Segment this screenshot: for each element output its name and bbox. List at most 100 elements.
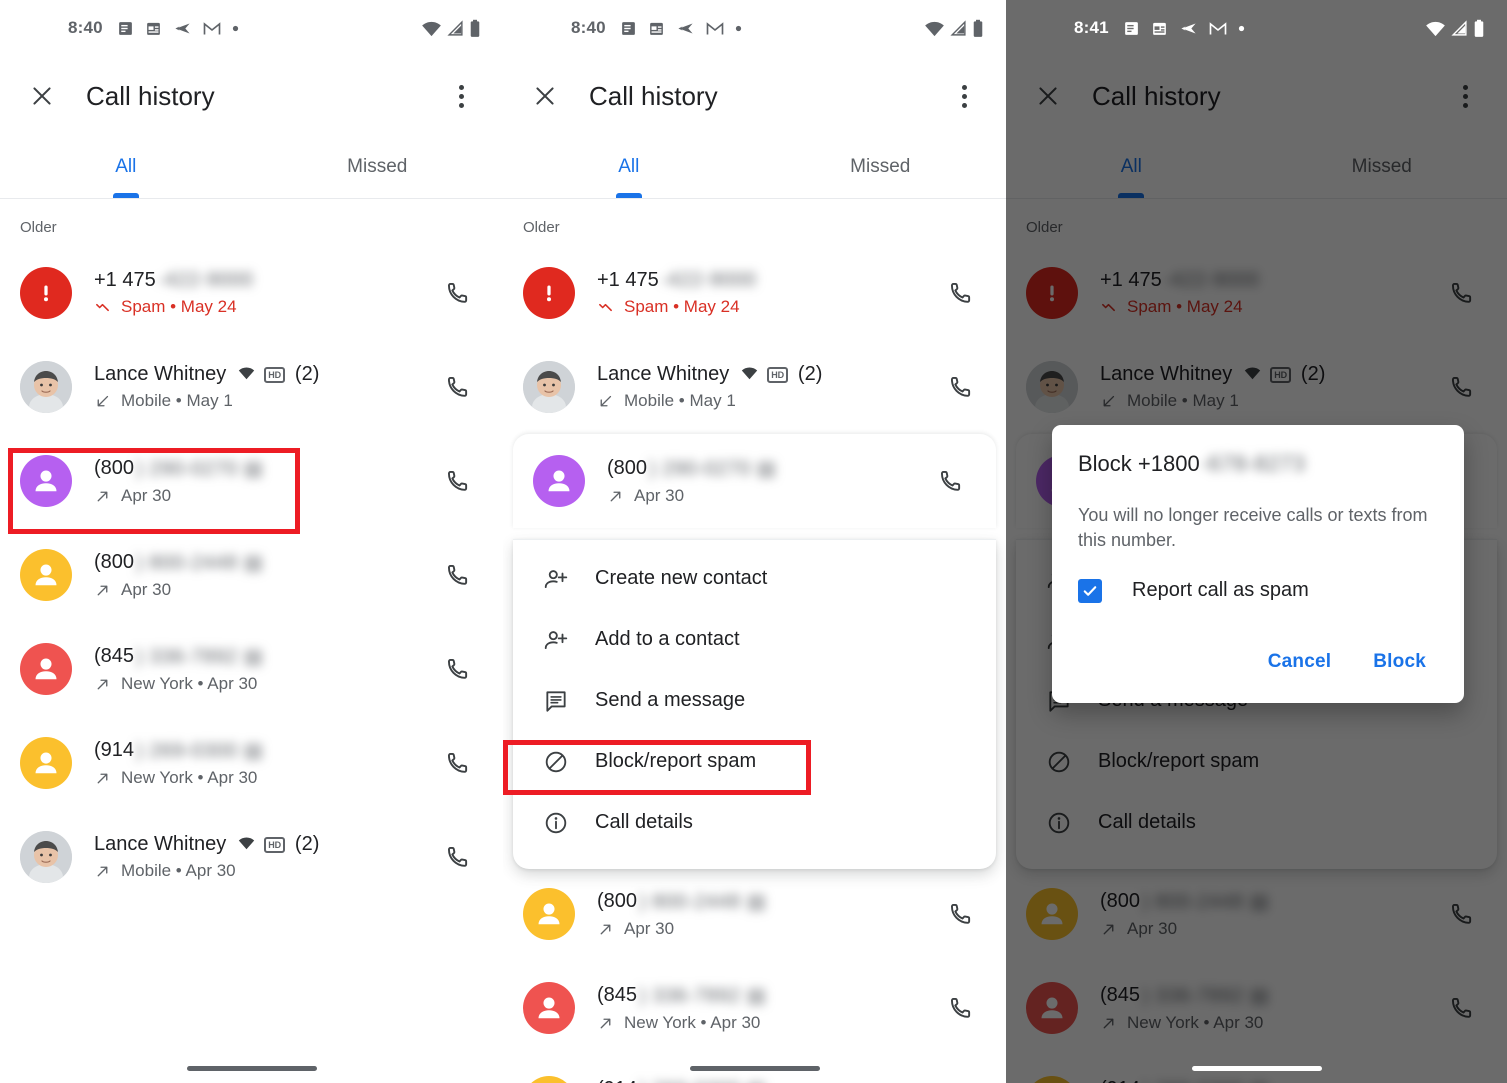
call-row-845-apr30[interactable]: (845 ) 336-7892 ▤ New York • Apr 30: [503, 961, 1006, 1055]
menu-item-create-new-contact[interactable]: Create new contact: [513, 548, 996, 609]
call-row-914-apr30[interactable]: (914 ) 269-0300 ▤ New York • Apr 30: [0, 716, 503, 810]
person-add-icon: [539, 566, 573, 592]
call-row-spam-475[interactable]: +1 475 -422-9000 Spam • May 24: [503, 246, 1006, 340]
call-made-icon: [97, 773, 108, 783]
call-row-title: +1 475 -422-9000: [597, 269, 938, 292]
menu-item-label: Call details: [595, 811, 693, 833]
call-number-redacted: ) 800-2448 ▤: [136, 552, 264, 574]
menu-item-label: Block/report spam: [595, 750, 757, 772]
call-row-subtitle: Apr 30: [94, 580, 435, 600]
menu-item-call-details[interactable]: Call details: [513, 792, 996, 853]
call-row-845-apr30[interactable]: (845 ) 336-7892 ▤ New York • Apr 30: [0, 622, 503, 716]
report-call-as-spam-checkbox-row[interactable]: Report call as spam: [1078, 578, 1438, 603]
phone-icon[interactable]: [435, 646, 481, 692]
call-row-title: Lance Whitney HD (2): [94, 363, 435, 386]
phone-icon[interactable]: [435, 834, 481, 880]
call-row-800-apr30-a-selected[interactable]: (800 ) 290-0270 ▤ Apr 30: [513, 434, 996, 528]
call-row-text: +1 475 -422-9000 Spam • May 24: [94, 269, 435, 317]
call-row-lance-apr30[interactable]: Lance Whitney HD (2) Mobile • Apr 30: [0, 810, 503, 904]
app-bar: Call history: [0, 56, 503, 136]
gesture-bar: [186, 1066, 317, 1071]
call-number-redacted: ) 269-0300 ▤: [639, 1077, 766, 1083]
call-number-redacted: ) 336-7892 ▤: [639, 985, 767, 1007]
call-row-subtitle: Mobile • Apr 30: [94, 861, 435, 881]
close-icon[interactable]: [20, 74, 64, 118]
phone-icon[interactable]: [938, 270, 984, 316]
call-row-title: (800 ) 800-2448 ▤: [597, 889, 938, 914]
call-number-visible: (914: [597, 1078, 637, 1083]
phone-icon[interactable]: [435, 552, 481, 598]
avatar: [20, 361, 72, 413]
panel-context-menu: 8:40 Call history All Missed Older +1 47…: [503, 0, 1006, 1083]
person-icon: [20, 737, 72, 789]
block-button[interactable]: Block: [1361, 643, 1438, 681]
call-row-title: Lance Whitney HD (2): [597, 363, 938, 386]
call-number-redacted: ) 290-0270 ▤: [649, 458, 777, 480]
call-list: +1 475 -422-9000 Spam • May 24: [0, 246, 503, 904]
call-row-subtitle: Mobile • May 1: [94, 391, 435, 411]
wifi-calling-icon: [238, 833, 255, 856]
call-row-spam-475[interactable]: +1 475 -422-9000 Spam • May 24: [0, 246, 503, 340]
call-row-subtitle: Spam • May 24: [597, 297, 938, 317]
checkbox-checked-icon[interactable]: [1078, 578, 1102, 603]
call-row-text: Lance Whitney HD (2) Mobile • May 1: [94, 363, 435, 411]
dialog-title-redacted: -678-8273: [1200, 451, 1306, 476]
phone-icon[interactable]: [435, 364, 481, 410]
call-row-text: (800 ) 800-2448 ▤ Apr 30: [94, 550, 435, 600]
call-subtitle-text: Spam • May 24: [121, 297, 237, 316]
more-vert-icon[interactable]: [439, 74, 483, 118]
phone-icon[interactable]: [928, 458, 974, 504]
call-context-menu: Create new contact Add to a contact Send…: [513, 539, 996, 869]
call-received-icon: [600, 395, 612, 406]
call-row-800-apr30-b[interactable]: (800 ) 800-2448 ▤ Apr 30: [0, 528, 503, 622]
close-icon[interactable]: [523, 74, 567, 118]
call-row-title: (800 ) 800-2448 ▤: [94, 550, 435, 575]
phone-icon[interactable]: [435, 740, 481, 786]
hd-icon: HD: [264, 836, 285, 853]
menu-item-send-a-message[interactable]: Send a message: [513, 670, 996, 731]
signal-icon: [949, 19, 968, 37]
tab-bar: All Missed: [503, 136, 1006, 198]
menu-item-add-to-a-contact[interactable]: Add to a contact: [513, 609, 996, 670]
menu-item-block-report-spam[interactable]: Block/report spam: [513, 731, 996, 792]
status-left-icons: [117, 20, 239, 37]
phone-icon[interactable]: [938, 364, 984, 410]
call-row-title: (845 ) 336-7892 ▤: [597, 983, 938, 1008]
send-icon: [1179, 20, 1198, 37]
section-label-older: Older: [20, 219, 57, 236]
block-number-dialog: Block +1800 -678-8273 You will no longer…: [1052, 425, 1464, 703]
tab-missed[interactable]: Missed: [252, 136, 504, 198]
call-number-redacted: -422-9000: [660, 269, 757, 291]
wifi-calling-icon: [741, 363, 758, 386]
tab-all[interactable]: All: [0, 136, 252, 198]
call-subtitle-text: Apr 30: [121, 486, 172, 505]
wifi-icon: [1425, 20, 1446, 37]
call-subtitle-text: Apr 30: [624, 919, 675, 938]
battery-icon: [972, 19, 984, 38]
more-vert-icon[interactable]: [942, 74, 986, 118]
call-number-visible: (914: [94, 739, 135, 761]
call-row-lance-may1[interactable]: Lance Whitney HD (2) Mobile • May 1: [0, 340, 503, 434]
dialog-actions: Cancel Block: [1078, 643, 1438, 689]
call-row-800-apr30-a[interactable]: (800 ) 290-0270 ▤ Apr 30: [0, 434, 503, 528]
call-made-icon: [97, 866, 108, 876]
call-subtitle-text: Mobile • May 1: [121, 391, 233, 410]
tab-all[interactable]: All: [503, 136, 755, 198]
call-row-text: +1 475 -422-9000 Spam • May 24: [597, 269, 938, 317]
call-subtitle-text: Mobile • May 1: [624, 391, 736, 410]
phone-icon[interactable]: [938, 985, 984, 1031]
call-row-lance-may1[interactable]: Lance Whitney HD (2) Mobile • May 1: [503, 340, 1006, 434]
tab-missed[interactable]: Missed: [755, 136, 1007, 198]
block-icon: [539, 749, 573, 775]
phone-icon[interactable]: [938, 891, 984, 937]
call-number-visible: (800: [94, 551, 135, 573]
phone-icon[interactable]: [938, 1079, 984, 1083]
article-icon: [620, 20, 637, 37]
status-left-icons: [1123, 20, 1245, 37]
cancel-button[interactable]: Cancel: [1256, 643, 1344, 681]
call-number-visible: (800: [94, 457, 135, 479]
phone-icon[interactable]: [435, 458, 481, 504]
phone-icon[interactable]: [435, 270, 481, 316]
call-row-800-apr30-b[interactable]: (800 ) 800-2448 ▤ Apr 30: [503, 867, 1006, 961]
call-count: (2): [294, 833, 320, 855]
